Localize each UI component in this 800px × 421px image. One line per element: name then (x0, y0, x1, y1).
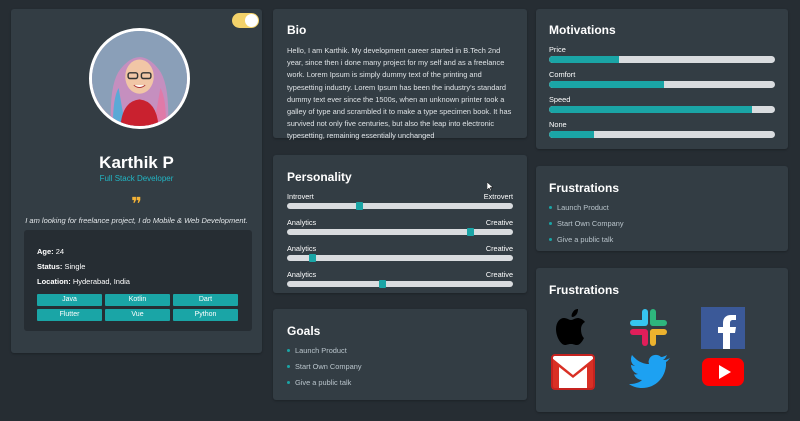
skill-tag[interactable]: Dart (173, 294, 238, 306)
motivation-label: None (549, 120, 567, 129)
frustrations-list: Launch Product Start Own Company Give a … (549, 203, 775, 244)
frustrations-title: Frustrations (549, 181, 620, 195)
status-row: Status: Single (37, 262, 239, 271)
bio-card: Bio Hello, I am Karthik. My development … (273, 9, 527, 140)
motivation-bar (549, 81, 775, 88)
motivation-bar (549, 106, 775, 113)
trait-right-label: Extrovert (483, 192, 513, 201)
location-value: Hyderabad, India (72, 277, 130, 286)
bio-title: Bio (287, 23, 307, 37)
motivation-label: Speed (549, 95, 571, 104)
motivation-item: Price (549, 45, 775, 63)
personality-trait: Introvert Extrovert (287, 192, 513, 210)
skill-tag[interactable]: Java (37, 294, 102, 306)
location-row: Location: Hyderabad, India (37, 277, 239, 286)
slack-icon (626, 307, 670, 349)
personality-trait: Analytics Creative (287, 270, 513, 288)
trait-labels: Analytics Creative (287, 218, 513, 227)
slider-thumb[interactable] (356, 202, 364, 210)
personality-title: Personality (287, 170, 352, 184)
trait-left-label: Analytics (287, 218, 317, 227)
avatar-image (92, 31, 187, 126)
theme-toggle[interactable] (232, 13, 259, 28)
trait-slider[interactable] (287, 254, 513, 262)
profile-tagline: I am looking for freelance project, I do… (25, 216, 248, 225)
skill-tag[interactable]: Python (173, 309, 238, 321)
trait-left-label: Analytics (287, 270, 317, 279)
motivation-bar-fill (549, 56, 620, 63)
profile-details: Age: 24 Status: Single Location: Hyderab… (24, 230, 252, 331)
brands-card: Frustrations (536, 268, 788, 412)
trait-labels: Analytics Creative (287, 244, 513, 253)
slider-thumb[interactable] (378, 280, 386, 288)
goals-title: Goals (287, 324, 321, 338)
list-item: Start Own Company (549, 219, 775, 228)
motivation-item: Speed (549, 95, 775, 113)
skill-tag[interactable]: Vue (105, 309, 170, 321)
avatar (89, 28, 190, 129)
motivation-bar-fill (549, 81, 665, 88)
trait-slider[interactable] (287, 228, 513, 236)
twitter-icon (626, 351, 670, 393)
motivation-bar (549, 131, 775, 138)
apple-icon (551, 307, 595, 349)
status-value: Single (64, 262, 86, 271)
age-label: Age: (37, 247, 54, 256)
list-item: Give a public talk (287, 378, 513, 387)
motivation-item: Comfort (549, 70, 775, 88)
personality-trait: Analytics Creative (287, 218, 513, 236)
skill-tag[interactable]: Kotlin (105, 294, 170, 306)
list-item: Launch Product (549, 203, 775, 212)
mouse-cursor-icon (487, 182, 493, 191)
location-label: Location: (37, 277, 71, 286)
quote-icon: ❞ (131, 194, 142, 214)
profile-name: Karthik P (99, 153, 174, 172)
motivation-bar (549, 56, 775, 63)
brands-title: Frustrations (549, 283, 620, 297)
motivations-title: Motivations (549, 23, 616, 37)
profile-role: Full Stack Developer (99, 174, 174, 183)
trait-left-label: Introvert (287, 192, 314, 201)
personality-trait: Analytics Creative (287, 244, 513, 262)
slider-thumb[interactable] (467, 228, 475, 236)
facebook-icon (701, 307, 745, 349)
goals-list: Launch Product Start Own Company Give a … (287, 346, 513, 387)
list-item: Launch Product (287, 346, 513, 355)
motivations-card: Motivations Price Comfort Speed None (536, 9, 788, 149)
youtube-icon (701, 351, 745, 393)
age-value: 24 (55, 247, 65, 256)
toggle-knob (245, 14, 258, 27)
skill-tag[interactable]: Flutter (37, 309, 102, 321)
trait-right-label: Creative (485, 218, 513, 227)
trait-labels: Introvert Extrovert (287, 192, 513, 201)
skills-grid: Java Kotlin Dart Flutter Vue Python (37, 294, 239, 321)
goals-card: Goals Launch Product Start Own Company G… (273, 309, 527, 400)
bio-text: Hello, I am Karthik. My development care… (287, 46, 512, 141)
trait-right-label: Creative (485, 270, 513, 279)
list-item: Give a public talk (549, 235, 775, 244)
trait-labels: Analytics Creative (287, 270, 513, 279)
trait-slider[interactable] (287, 202, 513, 210)
motivation-bar-fill (549, 106, 753, 113)
motivation-item: None (549, 120, 775, 138)
motivation-label: Comfort (549, 70, 576, 79)
frustrations-card: Frustrations Launch Product Start Own Co… (536, 166, 788, 251)
trait-right-label: Creative (485, 244, 513, 253)
gmail-icon (551, 351, 595, 393)
trait-left-label: Analytics (287, 244, 317, 253)
motivation-bar-fill (549, 131, 595, 138)
trait-slider[interactable] (287, 280, 513, 288)
slider-thumb[interactable] (308, 254, 316, 262)
personality-card: Personality Introvert Extrovert Analytics C… (273, 155, 527, 293)
age-row: Age: 24 (37, 247, 239, 256)
brand-grid (549, 305, 775, 393)
status-label: Status: (37, 262, 63, 271)
profile-card: Karthik P Full Stack Developer ❞ I am lo… (11, 9, 262, 353)
list-item: Start Own Company (287, 362, 513, 371)
motivation-label: Price (549, 45, 566, 54)
